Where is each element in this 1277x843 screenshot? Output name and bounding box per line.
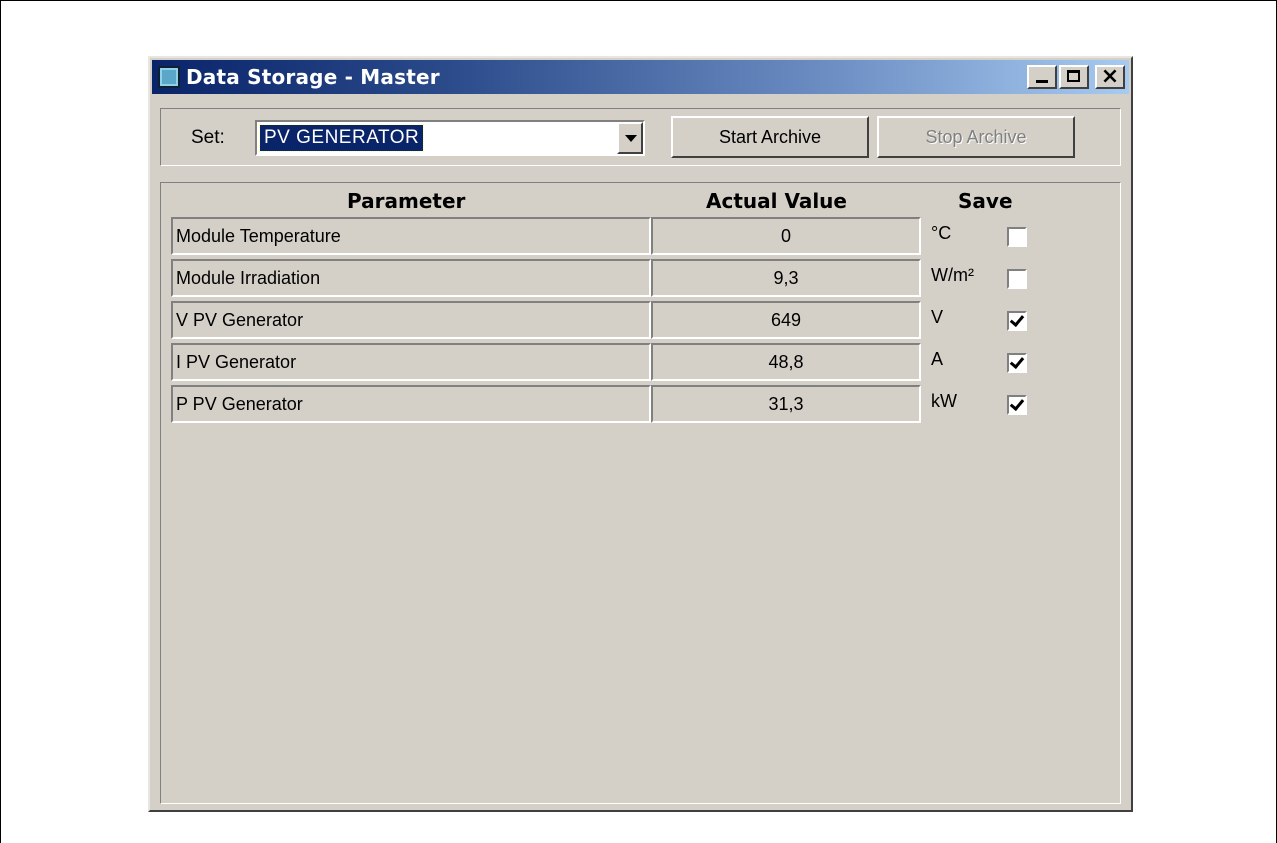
value-cell: 649 (651, 301, 921, 339)
title-bar[interactable]: Data Storage - Master × (152, 60, 1129, 94)
close-button[interactable]: × (1095, 64, 1125, 89)
save-header: Save (958, 189, 1013, 213)
parameter-cell: I PV Generator (171, 343, 651, 381)
set-dropdown-value: PV GENERATOR (258, 124, 425, 152)
parameter-cell: Module Irradiation (171, 259, 651, 297)
minimize-icon (1036, 80, 1048, 83)
save-checkbox-module-irradiation[interactable] (1007, 269, 1027, 289)
data-storage-window: Data Storage - Master × Set: PV GENERATO… (148, 56, 1133, 812)
save-checkbox-v-pv-generator[interactable] (1007, 311, 1027, 331)
stop-archive-button: Stop Archive (877, 116, 1075, 158)
value-cell: 31,3 (651, 385, 921, 423)
unit-label: V (931, 307, 944, 327)
parameter-panel: Parameter Actual Value Save Module Tempe… (160, 182, 1121, 804)
set-dropdown[interactable]: PV GENERATOR (255, 120, 645, 156)
start-archive-button[interactable]: Start Archive (671, 116, 869, 158)
set-label: Set: (191, 127, 225, 148)
parameter-cell: V PV Generator (171, 301, 651, 339)
window-controls: × (1027, 64, 1125, 89)
maximize-button[interactable] (1059, 65, 1089, 89)
unit-label: A (931, 349, 944, 369)
unit-label: kW (931, 391, 957, 411)
close-icon: × (1100, 64, 1120, 89)
unit-label: °C (931, 223, 952, 243)
app-window-icon (158, 66, 180, 88)
window-title: Data Storage - Master (186, 65, 440, 89)
value-cell: 0 (651, 217, 921, 255)
value-cell: 9,3 (651, 259, 921, 297)
minimize-button[interactable] (1027, 65, 1057, 89)
unit-label: W/m² (931, 265, 974, 285)
save-checkbox-module-temperature[interactable] (1007, 227, 1027, 247)
actual-value-header: Actual Value (706, 189, 847, 213)
value-cell: 48,8 (651, 343, 921, 381)
save-checkbox-i-pv-generator[interactable] (1007, 353, 1027, 373)
parameter-cell: P PV Generator (171, 385, 651, 423)
parameter-header: Parameter (347, 189, 466, 213)
maximize-icon (1067, 70, 1080, 82)
dropdown-arrow-icon[interactable] (617, 122, 643, 154)
toolbar-group: Set: PV GENERATOR Start Archive Stop Arc… (160, 108, 1121, 166)
parameter-cell: Module Temperature (171, 217, 651, 255)
save-checkbox-p-pv-generator[interactable] (1007, 395, 1027, 415)
